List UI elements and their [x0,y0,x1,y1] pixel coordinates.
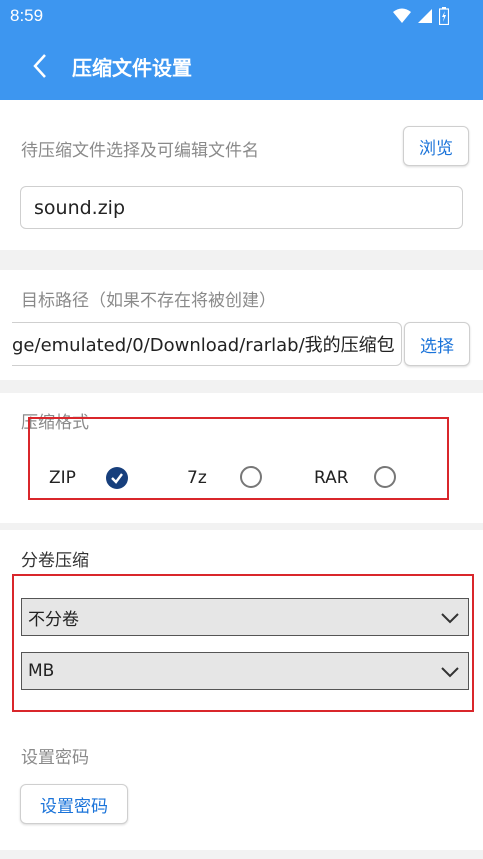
highlight-box-format [28,417,449,500]
browse-button[interactable]: 浏览 [403,126,469,166]
target-path-value: ge/emulated/0/Download/rarlab/我的压缩包 [12,335,395,356]
app-bar: 压缩文件设置 [0,32,483,100]
status-bar: 8:59 [0,0,483,32]
target-section-label: 目标路径（如果不存在将被创建） [21,291,276,311]
password-section: 设置密码 设置密码 [0,730,483,850]
chevron-left-icon[interactable] [30,53,52,79]
filename-value: sound.zip [34,196,126,219]
format-section: 压缩格式 ZIP 7z RAR [0,393,483,523]
status-icons [393,7,449,25]
file-section-label: 待压缩文件选择及可编辑文件名 [21,141,259,161]
filename-input[interactable]: sound.zip [20,186,463,229]
target-path-field[interactable]: ge/emulated/0/Download/rarlab/我的压缩包 [12,322,402,366]
volume-section-label: 分卷压缩 [21,551,89,571]
set-password-button[interactable]: 设置密码 [20,784,128,824]
target-section: 目标路径（如果不存在将被创建） ge/emulated/0/Download/r… [0,270,483,380]
file-section: 待压缩文件选择及可编辑文件名 浏览 sound.zip [0,100,483,250]
status-time: 8:59 [10,6,44,25]
signal-icon [418,9,432,23]
highlight-box-volume [12,574,474,712]
page-title: 压缩文件设置 [72,56,192,80]
wifi-icon [393,8,411,23]
battery-icon [439,7,449,25]
volume-section: 分卷压缩 不分卷 MB [0,530,483,730]
password-section-label: 设置密码 [21,748,89,768]
select-path-button[interactable]: 选择 [404,322,470,366]
